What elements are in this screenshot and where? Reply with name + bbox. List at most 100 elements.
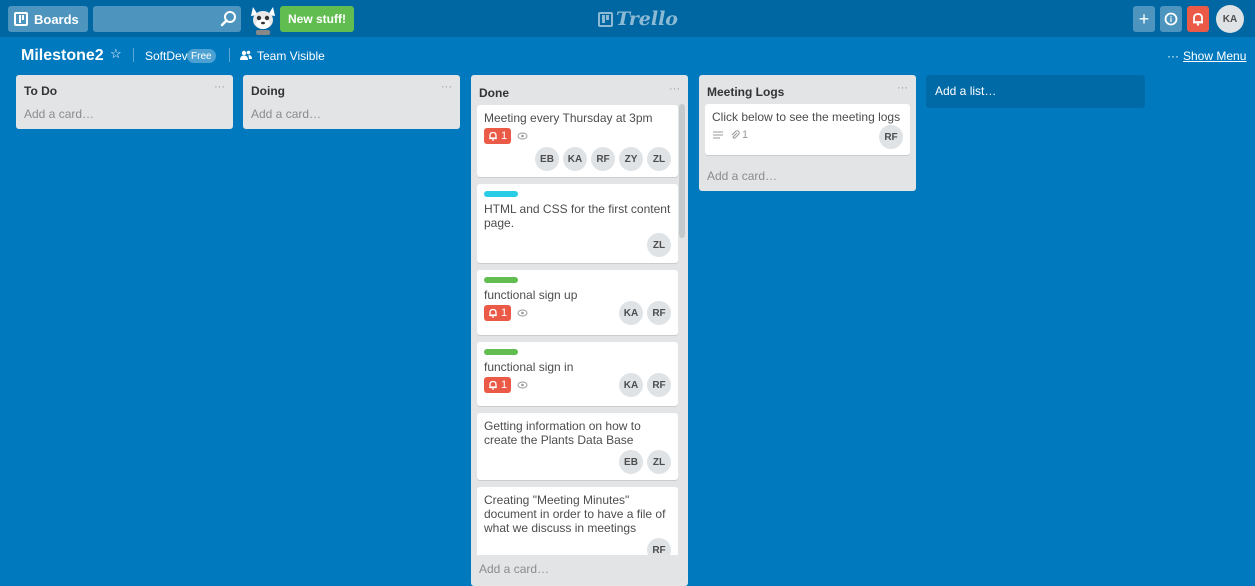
card-members: RF (484, 538, 671, 555)
card-title: Creating "Meeting Minutes" document in o… (484, 493, 666, 535)
boards-label: Boards (34, 11, 79, 27)
board-title[interactable]: Milestone2 (21, 47, 104, 65)
star-icon[interactable]: ☆ (110, 46, 122, 62)
trello-logo[interactable]: Trello (598, 8, 678, 30)
member-avatar[interactable]: ZL (647, 147, 671, 171)
list-menu-icon[interactable]: ··· (669, 83, 680, 95)
card-members: RF (879, 125, 903, 149)
list-to-do: To Do ··· Add a card… (16, 75, 233, 129)
list-title[interactable]: Meeting Logs (707, 85, 784, 99)
boards-button[interactable]: Boards (8, 6, 88, 32)
show-menu-button[interactable]: ··· Show Menu (1167, 49, 1246, 63)
eye-icon (517, 132, 528, 140)
list-menu-icon[interactable]: ··· (214, 81, 225, 93)
list-doing: Doing ··· Add a card… (243, 75, 460, 129)
bell-icon (1193, 13, 1203, 26)
card-title: Click below to see the meeting logs (712, 110, 901, 124)
card[interactable]: functional sign in 1 KA RF (477, 342, 678, 406)
card-members: KA RF (619, 373, 671, 397)
add-card-button[interactable]: Add a card… (699, 161, 916, 191)
member-avatar[interactable]: EB (619, 450, 643, 474)
card-badges: 1 RF (712, 125, 903, 149)
search-input[interactable] (93, 6, 241, 32)
svg-text:i: i (1170, 15, 1172, 24)
card[interactable]: Creating "Meeting Minutes" document in o… (477, 487, 678, 555)
member-avatar[interactable]: RF (647, 538, 671, 555)
due-badge: 1 (484, 128, 512, 144)
card[interactable]: HTML and CSS for the first content page.… (477, 184, 678, 263)
list-title[interactable]: To Do (24, 84, 57, 98)
bell-icon (489, 308, 497, 318)
list-menu-icon[interactable]: ··· (897, 82, 908, 94)
card[interactable]: Meeting every Thursday at 3pm 1 EB KA RF… (477, 105, 678, 177)
search-icon[interactable] (220, 10, 238, 28)
card[interactable]: Click below to see the meeting logs 1 RF (705, 104, 910, 155)
show-menu-label: Show Menu (1183, 49, 1247, 63)
list-menu-icon[interactable]: ··· (441, 81, 452, 93)
notifications-button[interactable] (1187, 6, 1209, 32)
top-header: Boards New stuff! Trello + i KA (0, 0, 1255, 37)
boards-icon (14, 12, 28, 26)
team-name[interactable]: SoftDev (145, 49, 188, 63)
member-avatar[interactable]: ZY (619, 147, 643, 171)
member-avatar[interactable]: RF (879, 125, 903, 149)
description-icon (713, 131, 723, 139)
eye-icon (517, 381, 528, 389)
card-label (484, 191, 518, 197)
bell-icon (489, 131, 497, 141)
logo-text: Trello (616, 8, 678, 30)
member-avatar[interactable]: EB (535, 147, 559, 171)
member-avatar[interactable]: KA (563, 147, 587, 171)
due-count: 1 (501, 130, 508, 142)
attachment-badge: 1 (730, 129, 748, 141)
add-card-button[interactable]: Add a card… (471, 555, 688, 585)
list-meeting-logs: Meeting Logs ··· Click below to see the … (699, 75, 916, 191)
new-stuff-button[interactable]: New stuff! (280, 6, 354, 32)
card-list: Click below to see the meeting logs 1 RF (699, 104, 916, 155)
list-done: Done ··· Meeting every Thursday at 3pm 1… (471, 75, 688, 586)
visibility-button[interactable]: Team Visible (257, 49, 325, 63)
eye-icon (517, 309, 528, 317)
card[interactable]: Getting information on how to create the… (477, 413, 678, 480)
card-title: HTML and CSS for the first content page. (484, 202, 671, 230)
menu-dots-icon: ··· (1167, 49, 1179, 63)
due-count: 1 (501, 307, 508, 319)
member-avatar[interactable]: ZL (647, 450, 671, 474)
list-header[interactable]: Done ··· (471, 75, 688, 105)
info-button[interactable]: i (1160, 6, 1182, 32)
due-badge: 1 (484, 305, 512, 321)
list-header[interactable]: Doing ··· (243, 75, 460, 101)
list-header[interactable]: Meeting Logs ··· (699, 75, 916, 104)
info-icon: i (1164, 12, 1178, 26)
list-scrollbar[interactable] (679, 104, 685, 238)
mascot-icon[interactable] (247, 3, 279, 35)
member-avatar[interactable]: KA (619, 373, 643, 397)
add-card-button[interactable]: Add a card… (16, 101, 233, 129)
divider (133, 48, 134, 62)
card-title: Meeting every Thursday at 3pm (484, 111, 653, 125)
card-members: EB ZL (484, 450, 671, 474)
list-header[interactable]: To Do ··· (16, 75, 233, 101)
add-icon: + (1138, 8, 1150, 29)
add-button[interactable]: + (1133, 6, 1155, 32)
add-card-button[interactable]: Add a card… (243, 101, 460, 129)
due-badge: 1 (484, 377, 512, 393)
card-members: ZL (484, 233, 671, 257)
card-members: EB KA RF ZY ZL (484, 147, 671, 171)
card-title: functional sign up (484, 288, 578, 302)
user-avatar[interactable]: KA (1216, 5, 1244, 33)
list-title[interactable]: Doing (251, 84, 285, 98)
card-title: Getting information on how to create the… (484, 419, 641, 447)
member-avatar[interactable]: ZL (647, 233, 671, 257)
member-avatar[interactable]: RF (647, 373, 671, 397)
card[interactable]: functional sign up 1 KA RF (477, 270, 678, 335)
list-title[interactable]: Done (479, 86, 509, 100)
due-count: 1 (501, 379, 508, 391)
card-label (484, 349, 518, 355)
member-avatar[interactable]: RF (591, 147, 615, 171)
card-members: KA RF (619, 301, 671, 325)
member-avatar[interactable]: KA (619, 301, 643, 325)
member-avatar[interactable]: RF (647, 301, 671, 325)
paperclip-icon (731, 130, 740, 139)
add-list-button[interactable]: Add a list… (926, 75, 1145, 108)
